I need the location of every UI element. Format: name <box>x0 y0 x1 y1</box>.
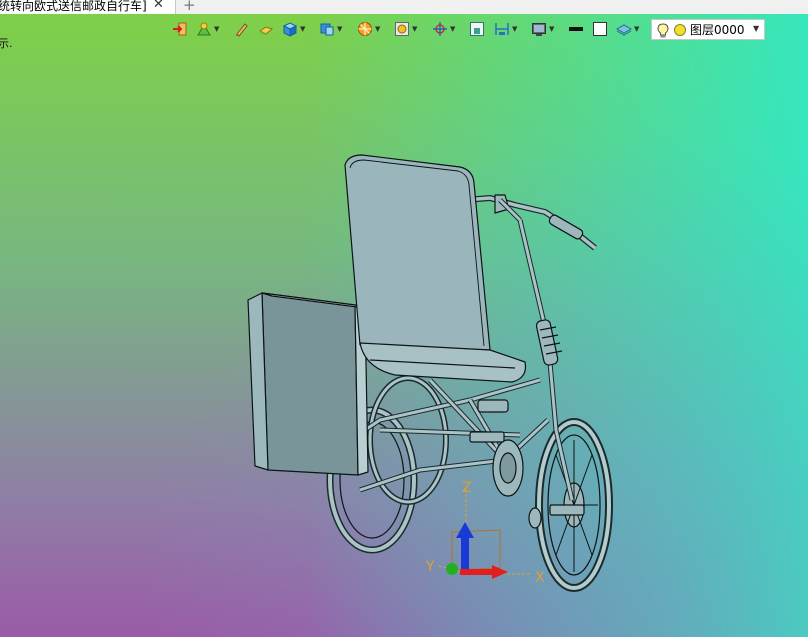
section-icon <box>470 22 484 36</box>
view-orientation-dropdown-icon[interactable]: ▼ <box>337 25 342 33</box>
line-weight-button[interactable] <box>568 17 584 41</box>
sketch-icon <box>197 22 211 36</box>
display-button[interactable]: ▼ <box>531 17 554 41</box>
layer-manager-dropdown-icon[interactable]: ▼ <box>634 25 639 33</box>
dimension-dropdown-icon[interactable]: ▼ <box>512 25 517 33</box>
color-swatch-icon <box>593 22 607 36</box>
document-tab-title: 统转向欧式送信邮政自行车] <box>0 0 147 13</box>
coordinate-triad: Z X Y <box>425 480 545 586</box>
display-dropdown-icon[interactable]: ▼ <box>549 25 554 33</box>
close-tab-icon[interactable]: ✕ <box>153 0 164 12</box>
lightbulb-icon[interactable] <box>657 23 669 38</box>
z-axis-label: Z <box>462 480 472 496</box>
face-icon <box>259 26 274 36</box>
view-orientation-button[interactable]: ▼ <box>319 17 342 41</box>
layer-manager-button[interactable]: ▼ <box>616 17 639 41</box>
zoom-fit-icon <box>395 22 409 36</box>
edit-pen-icon <box>236 23 248 37</box>
solid-box-dropdown-icon[interactable]: ▼ <box>300 25 305 33</box>
sketch-dropdown-icon[interactable]: ▼ <box>214 25 219 33</box>
document-tab[interactable]: 统转向欧式送信邮政自行车] ✕ <box>0 0 176 14</box>
section-button[interactable] <box>469 17 485 41</box>
snap-button[interactable]: ▼ <box>432 17 455 41</box>
layer-select-chevron-down-icon[interactable]: ▼ <box>753 22 759 36</box>
line-weight-icon <box>569 27 583 31</box>
layer-manager-icon <box>616 24 632 36</box>
3d-viewport[interactable]: 示. Z X Y <box>0 0 808 637</box>
sketch-button[interactable]: ▼ <box>196 17 219 41</box>
face-button[interactable] <box>258 17 274 41</box>
snap-dropdown-icon[interactable]: ▼ <box>450 25 455 33</box>
render-style-dropdown-icon[interactable]: ▼ <box>375 25 380 33</box>
layer-select-value: 图层0000 <box>690 23 745 37</box>
zoom-fit-button[interactable]: ▼ <box>394 17 417 41</box>
new-tab-button[interactable]: + <box>183 0 196 13</box>
render-style-icon <box>358 22 372 36</box>
y-axis-label: Y <box>425 559 435 575</box>
document-tab-strip: 统转向欧式送信邮政自行车] ✕ + <box>0 0 808 14</box>
triad-y-handle <box>446 563 458 575</box>
color-swatch-button[interactable] <box>592 17 608 41</box>
solid-box-button[interactable]: ▼ <box>282 17 305 41</box>
layer-color-icon <box>674 24 686 36</box>
snap-icon <box>433 22 447 36</box>
solid-box-icon <box>282 22 298 37</box>
view-orientation-icon <box>320 23 334 36</box>
dimension-button[interactable]: ▼ <box>494 17 517 41</box>
x-axis-label: X <box>535 570 545 586</box>
import-icon <box>173 22 187 36</box>
triad-z-arrow <box>456 522 474 572</box>
layer-select[interactable]: 图层0000 ▼ <box>651 19 765 40</box>
zoom-fit-dropdown-icon[interactable]: ▼ <box>412 25 417 33</box>
import-button[interactable] <box>172 17 188 41</box>
render-style-button[interactable]: ▼ <box>357 17 380 41</box>
display-icon <box>532 23 546 36</box>
edit-pen-button[interactable] <box>234 17 250 41</box>
dimension-icon <box>495 23 509 35</box>
